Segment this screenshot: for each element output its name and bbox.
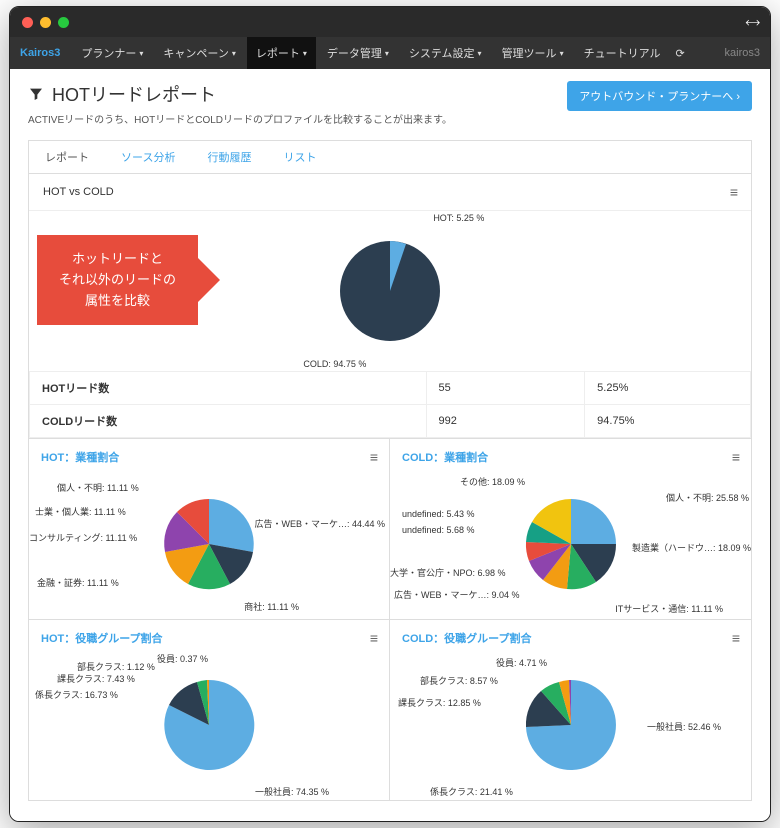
menubar: Kairos3 プランナー▾キャンペーン▾レポート▾データ管理▾システム設定▾管… xyxy=(10,37,770,69)
callout-line: それ以外のリードの xyxy=(59,270,176,291)
pie-label: 課長クラス: 7.43 % xyxy=(57,672,135,685)
menu-item[interactable]: システム設定▾ xyxy=(400,37,491,69)
chart-title: COLD：業種割合 xyxy=(402,449,488,465)
chart-menu-icon[interactable]: ≡ xyxy=(730,184,737,200)
pie-label: 士業・個人業: 11.11 % xyxy=(35,505,126,518)
menu-item[interactable]: プランナー▾ xyxy=(72,37,152,69)
hot-vs-cold-panel: HOT vs COLD ≡ ホットリードと それ以外のリードの 属性を比較 HO… xyxy=(28,173,752,439)
pie-label: 大学・官公庁・NPO: 6.98 % xyxy=(390,566,506,579)
pie-label: 課長クラス: 12.85 % xyxy=(398,696,481,709)
page-desc: ACTIVEリードのうち、HOTリードとCOLDリードのプロファイルを比較するこ… xyxy=(28,111,452,126)
panel-header: HOT vs COLD ≡ xyxy=(29,174,751,211)
outbound-planner-button[interactable]: アウトバウンド・プランナーへ › xyxy=(567,81,752,111)
pie-label: undefined: 5.68 % xyxy=(402,525,475,535)
titlebar: ⤢ xyxy=(10,7,770,37)
callout-line: ホットリードと xyxy=(59,249,176,270)
hot-industry-chart: 広告・WEB・マーケ…: 44.44 % 商社: 11.11 % 金融・証券: … xyxy=(29,469,389,619)
cold-role-chart: 一般社員: 52.46 % 係長クラス: 21.41 % 課長クラス: 12.8… xyxy=(390,650,751,800)
close-window-icon[interactable] xyxy=(22,17,33,28)
pie-label: 一般社員: 74.35 % xyxy=(255,785,329,798)
pie-hot-role xyxy=(159,675,259,775)
chart-menu-icon[interactable]: ≡ xyxy=(370,449,377,465)
cell-label: HOTリード数 xyxy=(30,372,427,405)
menu-item[interactable]: データ管理▾ xyxy=(318,37,398,69)
menu-item[interactable]: キャンペーン▾ xyxy=(154,37,244,69)
pie-label-hot: HOT: 5.25 % xyxy=(433,213,484,223)
panel-title: HOT vs COLD xyxy=(43,186,114,198)
chart-menu-icon[interactable]: ≡ xyxy=(370,630,377,646)
pie-label: 個人・不明: 25.58 % xyxy=(666,491,749,504)
pie-label: 金融・証券: 11.11 % xyxy=(37,576,119,589)
callout-line: 属性を比較 xyxy=(59,291,176,312)
cell-label: COLDリード数 xyxy=(30,405,427,438)
refresh-icon[interactable]: ⟳ xyxy=(675,47,684,60)
pie-label: 部長クラス: 8.57 % xyxy=(420,674,498,687)
cell-count: 992 xyxy=(426,405,585,438)
pie-label: 係長クラス: 21.41 % xyxy=(430,785,513,798)
pie-label: 個人・不明: 11.11 % xyxy=(57,481,139,494)
pie-label: 部長クラス: 1.12 % xyxy=(77,660,155,673)
hot-industry-panel: HOT：業種割合 ≡ 広告・WEB・マーケ…: 44.44 % 商社: 11.11… xyxy=(28,439,390,620)
tab[interactable]: レポート xyxy=(29,140,105,173)
tab[interactable]: ソース分析 xyxy=(105,141,191,173)
hot-role-panel: HOT：役職グループ割合 ≡ 一般社員: 74.35 % 係長クラス: 16.73… xyxy=(28,620,390,801)
app-window: ⤢ Kairos3 プランナー▾キャンペーン▾レポート▾データ管理▾システム設定… xyxy=(9,6,771,822)
menu-item[interactable]: 管理ツール▾ xyxy=(493,37,573,69)
expand-icon[interactable]: ⤢ xyxy=(742,12,762,32)
hot-role-chart: 一般社員: 74.35 % 係長クラス: 16.73 % 課長クラス: 7.43… xyxy=(29,650,389,800)
cell-pct: 5.25% xyxy=(585,372,751,405)
pie-label: 役員: 0.37 % xyxy=(157,652,208,665)
cell-count: 55 xyxy=(426,372,585,405)
window-controls xyxy=(22,17,69,28)
menu-item[interactable]: レポート▾ xyxy=(247,37,316,69)
menu-items: プランナー▾キャンペーン▾レポート▾データ管理▾システム設定▾管理ツール▾チュー… xyxy=(72,37,669,69)
minimize-window-icon[interactable] xyxy=(40,17,51,28)
pie-label: 製造業（ハードウ…: 18.09 % xyxy=(632,541,751,554)
table-row: COLDリード数 992 94.75% xyxy=(30,405,751,438)
pie-label-cold: COLD: 94.75 % xyxy=(303,359,366,369)
pie-label: undefined: 5.43 % xyxy=(402,509,475,519)
tab[interactable]: リスト xyxy=(267,141,332,173)
pie-label: その他: 18.09 % xyxy=(460,475,525,488)
chart-title: HOT：業種割合 xyxy=(41,449,119,465)
chart-title: COLD：役職グループ割合 xyxy=(402,630,532,646)
pie-label: 係長クラス: 16.73 % xyxy=(35,688,118,701)
username[interactable]: kairos3 xyxy=(725,47,760,59)
pie-hot-cold xyxy=(335,236,445,346)
chart-menu-icon[interactable]: ≡ xyxy=(732,630,739,646)
pie-hot-industry xyxy=(159,494,259,594)
cell-pct: 94.75% xyxy=(585,405,751,438)
funnel-icon xyxy=(28,86,44,102)
chart-title: HOT：役職グループ割合 xyxy=(41,630,163,646)
page-content: HOTリードレポート ACTIVEリードのうち、HOTリードとCOLDリードのプ… xyxy=(10,69,770,821)
pie-cold-role xyxy=(521,675,621,775)
cold-role-panel: COLD：役職グループ割合 ≡ 一般社員: 52.46 % 係長クラス: 21.4… xyxy=(390,620,752,801)
pie-label: コンサルティング: 11.11 % xyxy=(29,531,137,544)
pie-label: 広告・WEB・マーケ…: 9.04 % xyxy=(394,588,520,601)
pie-label: 広告・WEB・マーケ…: 44.44 % xyxy=(254,517,385,530)
table-row: HOTリード数 55 5.25% xyxy=(30,372,751,405)
page-header: HOTリードレポート ACTIVEリードのうち、HOTリードとCOLDリードのプ… xyxy=(28,81,752,126)
pie-label: 役員: 4.71 % xyxy=(496,656,547,669)
cold-industry-panel: COLD：業種割合 ≡ 個人・不明: 25.58 % 製造業（ハードウ…: 18.… xyxy=(390,439,752,620)
zoom-window-icon[interactable] xyxy=(58,17,69,28)
page-title-text: HOTリードレポート xyxy=(52,81,216,107)
brand-logo[interactable]: Kairos3 xyxy=(20,47,60,59)
chart-menu-icon[interactable]: ≡ xyxy=(732,449,739,465)
tab[interactable]: 行動履歴 xyxy=(191,141,267,173)
pie-cold-industry xyxy=(521,494,621,594)
cold-industry-chart: 個人・不明: 25.58 % 製造業（ハードウ…: 18.09 % ITサービス… xyxy=(390,469,751,619)
hot-cold-chart: ホットリードと それ以外のリードの 属性を比較 HOT: 5.25 % COLD… xyxy=(29,211,751,371)
pie-label: ITサービス・通信: 11.11 % xyxy=(615,602,723,615)
pie-label: 商社: 11.11 % xyxy=(244,600,299,613)
page-title: HOTリードレポート xyxy=(28,81,452,107)
menu-item[interactable]: チュートリアル xyxy=(575,37,670,69)
chart-grid: HOT：業種割合 ≡ 広告・WEB・マーケ…: 44.44 % 商社: 11.11… xyxy=(28,439,752,801)
stats-table: HOTリード数 55 5.25% COLDリード数 992 94.75% xyxy=(29,371,751,438)
pie-label: 一般社員: 52.46 % xyxy=(647,720,721,733)
tabs: レポートソース分析行動履歴リスト xyxy=(28,140,752,173)
callout-annotation: ホットリードと それ以外のリードの 属性を比較 xyxy=(37,235,198,325)
